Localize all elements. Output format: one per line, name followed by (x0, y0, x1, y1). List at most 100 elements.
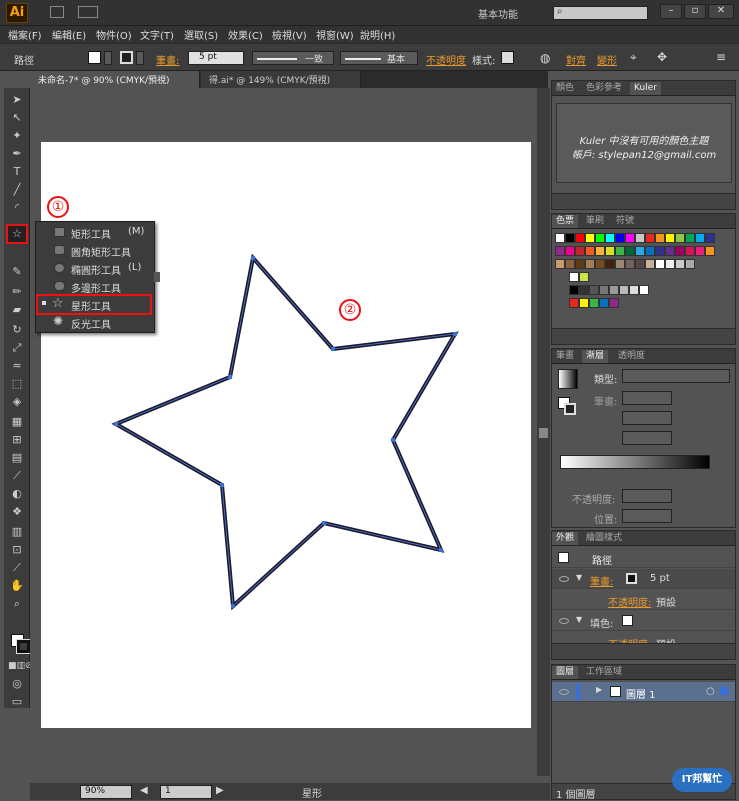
flyout-flare-tool[interactable]: ✺ 反光工具 (36, 313, 154, 331)
eye-icon[interactable] (559, 618, 569, 624)
swatch[interactable] (645, 233, 655, 243)
eye-icon[interactable] (559, 689, 569, 695)
tab-symbols[interactable]: 符號 (612, 215, 638, 228)
swatch[interactable] (675, 233, 685, 243)
swatch[interactable] (639, 285, 649, 295)
swatch[interactable] (609, 285, 619, 295)
gradient-ratio-field[interactable] (622, 431, 672, 445)
swatch[interactable] (599, 285, 609, 295)
swatch[interactable] (565, 259, 575, 269)
prev-artboard-icon[interactable]: ◀ (140, 785, 148, 796)
flyout-polygon-tool[interactable]: 多邊形工具 (36, 277, 154, 295)
swatch[interactable] (675, 259, 685, 269)
gradient-preview[interactable] (558, 369, 578, 389)
appearance-fill-row[interactable]: ▼ 填色: (552, 611, 735, 631)
scroll-thumb[interactable] (539, 428, 548, 438)
swatch[interactable] (619, 285, 629, 295)
tab-graphic-styles[interactable]: 繪圖樣式 (582, 532, 626, 545)
swatch[interactable] (695, 233, 705, 243)
swatch[interactable] (665, 246, 675, 256)
swatch[interactable] (635, 259, 645, 269)
swatch[interactable] (575, 259, 585, 269)
zoom-field[interactable]: 90% (80, 785, 132, 799)
tab-stroke[interactable]: 筆畫 (552, 350, 578, 363)
flyout-rectangle-tool[interactable]: 矩形工具 (M) (36, 223, 154, 241)
swatch[interactable] (569, 285, 579, 295)
swatch[interactable] (555, 259, 565, 269)
swatch[interactable] (589, 285, 599, 295)
swatch[interactable] (615, 246, 625, 256)
appearance-opacity-label[interactable]: 不透明度: (608, 594, 651, 609)
gradient-stroke-box[interactable] (564, 403, 576, 415)
swatch[interactable] (595, 246, 605, 256)
appearance-stroke-row[interactable]: ▼ 筆畫: 5 pt (552, 569, 735, 589)
tab-appearance[interactable]: 外觀 (552, 532, 579, 545)
swatch[interactable] (555, 233, 565, 243)
swatch-grid[interactable] (555, 233, 725, 323)
swatch[interactable] (565, 246, 575, 256)
swatch[interactable] (575, 246, 585, 256)
swatch[interactable] (655, 259, 665, 269)
swatch[interactable] (579, 285, 589, 295)
swatch[interactable] (705, 246, 715, 256)
appearance-stroke-label[interactable]: 筆畫: (590, 573, 613, 588)
swatch[interactable] (625, 233, 635, 243)
selection-indicator-icon[interactable] (720, 687, 728, 695)
disclosure-icon[interactable]: ▼ (576, 573, 582, 582)
next-artboard-icon[interactable]: ▶ (216, 785, 224, 796)
swatch[interactable] (665, 259, 675, 269)
swatch[interactable] (645, 259, 655, 269)
swatch[interactable] (579, 298, 589, 308)
tab-gradient[interactable]: 漸層 (582, 350, 609, 363)
tab-transparency[interactable]: 透明度 (614, 350, 649, 363)
swatch[interactable] (605, 233, 615, 243)
swatch[interactable] (635, 233, 645, 243)
tab-brushes[interactable]: 筆刷 (582, 215, 608, 228)
swatch[interactable] (655, 246, 665, 256)
swatch[interactable] (599, 298, 609, 308)
layer-row[interactable]: ▶ 圖層 1 ○ (552, 682, 735, 702)
swatch[interactable] (575, 233, 585, 243)
expand-icon[interactable]: ▶ (596, 685, 602, 694)
swatch[interactable] (685, 259, 695, 269)
swatch[interactable] (585, 259, 595, 269)
swatch[interactable] (595, 233, 605, 243)
swatch[interactable] (565, 233, 575, 243)
target-icon[interactable]: ○ (706, 686, 715, 697)
tearoff-icon[interactable] (154, 272, 160, 282)
appearance-stroke-swatch[interactable] (626, 573, 637, 584)
gradient-opacity-field[interactable] (622, 489, 672, 503)
tab-layers[interactable]: 圖層 (552, 666, 579, 679)
swatch[interactable] (585, 233, 595, 243)
swatch[interactable] (665, 233, 675, 243)
swatch[interactable] (625, 259, 635, 269)
swatch[interactable] (625, 246, 635, 256)
swatch[interactable] (685, 233, 695, 243)
tab-kuler[interactable]: Kuler (630, 82, 661, 95)
gradient-slider[interactable] (560, 455, 710, 469)
layer-name[interactable]: 圖層 1 (626, 686, 656, 701)
vertical-scrollbar[interactable] (537, 88, 550, 776)
swatch[interactable] (629, 285, 639, 295)
swatch[interactable] (579, 272, 589, 282)
swatch[interactable] (569, 272, 579, 282)
appearance-stroke-value[interactable]: 5 pt (650, 573, 670, 584)
gradient-angle-field[interactable] (622, 411, 672, 425)
swatch[interactable] (615, 233, 625, 243)
swatch[interactable] (675, 246, 685, 256)
swatch[interactable] (569, 298, 579, 308)
eye-icon[interactable] (559, 576, 569, 582)
flyout-rounded-rectangle-tool[interactable]: 圓角矩形工具 (36, 241, 154, 259)
swatch[interactable] (685, 246, 695, 256)
tab-swatches[interactable]: 色票 (552, 215, 579, 228)
artboard-number-field[interactable]: 1 (160, 785, 212, 799)
swatch[interactable] (555, 246, 565, 256)
tab-artboards[interactable]: 工作區域 (582, 666, 626, 679)
appearance-opacity-row[interactable]: 不透明度: 預設 (552, 590, 735, 610)
gradient-stroke-select[interactable] (622, 391, 672, 405)
swatch[interactable] (655, 233, 665, 243)
gradient-position-field[interactable] (622, 509, 672, 523)
swatch[interactable] (585, 246, 595, 256)
disclosure-icon[interactable]: ▼ (576, 615, 582, 624)
flyout-ellipse-tool[interactable]: 橢圓形工具 (L) (36, 259, 154, 277)
